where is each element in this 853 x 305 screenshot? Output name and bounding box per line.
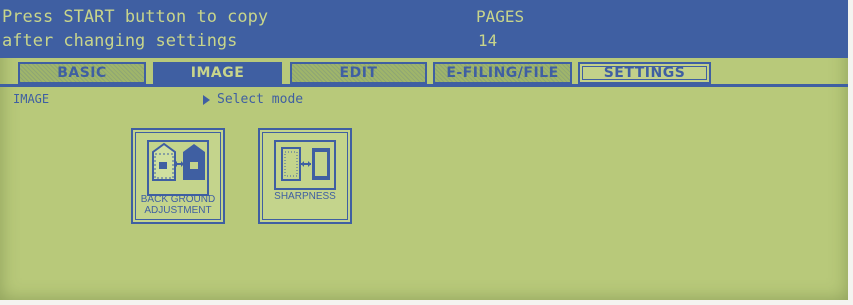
background-adjustment-button[interactable]: BACK GROUND ADJUSTMENT xyxy=(131,128,225,224)
background-adjustment-icon xyxy=(147,140,209,196)
breadcrumb: IMAGE xyxy=(13,92,50,106)
tab-image[interactable]: IMAGE xyxy=(153,62,282,84)
status-message-line2: after changing settings xyxy=(2,31,238,51)
prompt-text: Select mode xyxy=(217,92,304,107)
select-mode-prompt: Select mode xyxy=(203,92,303,107)
status-message-line1: Press START button to copy xyxy=(2,7,269,27)
tab-settings[interactable]: SETTINGS xyxy=(578,62,711,84)
lcd-screen: Press START button to copy after changin… xyxy=(0,0,848,300)
background-adjustment-label-line1: BACK GROUND xyxy=(140,194,216,205)
tab-basic[interactable]: BASIC xyxy=(18,62,146,84)
pages-count: 14 xyxy=(478,31,498,50)
tab-divider xyxy=(0,84,848,87)
sharpness-label: SHARPNESS xyxy=(274,191,336,202)
tab-e-filing-file[interactable]: E-FILING/FILE xyxy=(433,62,572,84)
sharpness-button[interactable]: SHARPNESS xyxy=(258,128,352,224)
tab-edit[interactable]: EDIT xyxy=(290,62,427,84)
sharpness-icon xyxy=(274,140,336,190)
background-adjustment-label-line2: ADJUSTMENT xyxy=(144,205,212,216)
status-header: Press START button to copy after changin… xyxy=(0,0,848,58)
play-arrow-icon xyxy=(203,94,210,105)
pages-label: PAGES xyxy=(476,7,525,26)
